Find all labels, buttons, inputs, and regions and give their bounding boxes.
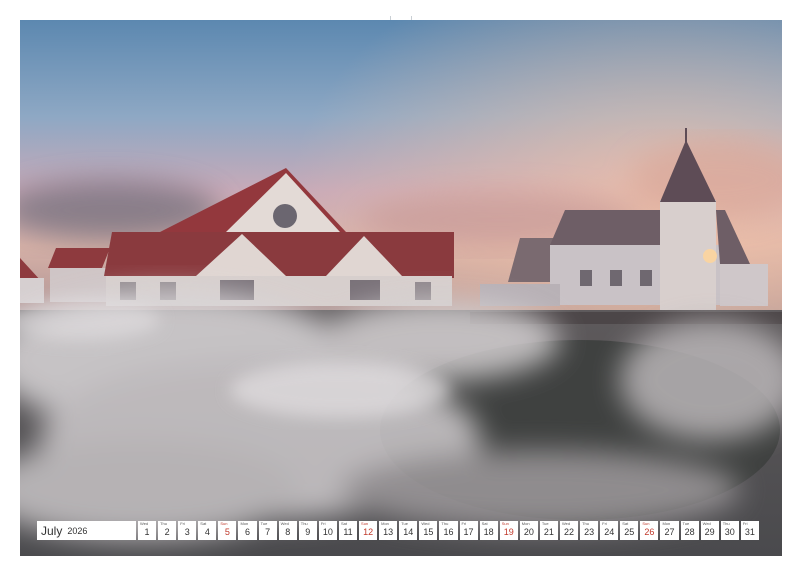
calendar-day: Mon 6 <box>238 521 257 540</box>
day-number: 28 <box>684 527 695 537</box>
day-number: 8 <box>285 527 291 537</box>
calendar-day: Sun 26 <box>640 521 659 540</box>
calendar-day: Thu 30 <box>720 521 739 540</box>
calendar-strip: July 2026 Wed 1 Thu 2 Fri 3 Sat 4 Sun 5 Mon 6 Tue 7 We… <box>37 521 763 540</box>
calendar-day: Tue 14 <box>399 521 418 540</box>
day-number: 9 <box>305 527 311 537</box>
day-number: 2 <box>164 527 170 537</box>
weekday-label: Thu <box>160 521 167 526</box>
day-number: 12 <box>363 527 374 537</box>
weekday-label: Sat <box>622 521 629 526</box>
calendar-day: Thu 23 <box>580 521 599 540</box>
day-number: 11 <box>343 527 353 537</box>
calendar-photo <box>20 20 782 556</box>
calendar-day: Fri 3 <box>178 521 197 540</box>
calendar-day: Sun 19 <box>499 521 518 540</box>
day-number: 18 <box>483 527 494 537</box>
day-number: 31 <box>744 527 755 537</box>
weekday-label: Sat <box>340 521 347 526</box>
weekday-label: Thu <box>300 521 308 526</box>
weekday-label: Fri <box>461 521 467 526</box>
weekday-label: Wed <box>140 521 149 526</box>
day-number: 16 <box>443 527 454 537</box>
weekday-label: Wed <box>280 521 289 526</box>
weekday-label: Mon <box>662 521 671 526</box>
day-number: 14 <box>403 527 414 537</box>
calendar-day: Tue 21 <box>539 521 558 540</box>
calendar-day: Thu 16 <box>439 521 458 540</box>
calendar-day: Sat 25 <box>620 521 639 540</box>
day-number: 19 <box>503 527 514 537</box>
calendar-day: Fri 17 <box>459 521 478 540</box>
calendar-day: Sun 5 <box>218 521 237 540</box>
day-number: 22 <box>564 527 575 537</box>
year-label: 2026 <box>67 525 88 536</box>
day-number: 17 <box>463 527 474 537</box>
weekday-label: Fri <box>320 521 326 526</box>
weekday-label: Wed <box>561 521 571 526</box>
weekday-label: Fri <box>180 521 185 526</box>
weekday-label: Thu <box>441 521 449 526</box>
day-number: 7 <box>265 527 271 537</box>
calendar-day: Wed 8 <box>278 521 297 540</box>
day-number: 24 <box>604 527 615 537</box>
day-number: 15 <box>423 527 434 537</box>
calendar-day: Mon 27 <box>660 521 679 540</box>
weekday-label: Mon <box>521 521 530 526</box>
day-number: 29 <box>704 527 715 537</box>
weekday-label: Sun <box>501 521 509 526</box>
calendar-day: Wed 22 <box>559 521 579 540</box>
calendar-day: Tue 28 <box>680 521 699 540</box>
weekday-label: Fri <box>602 521 607 526</box>
day-number: 27 <box>664 527 675 537</box>
weekday-label: Thu <box>582 521 589 526</box>
calendar-day: Fri 24 <box>600 521 619 540</box>
weekday-label: Sun <box>642 521 650 526</box>
day-number: 6 <box>245 527 251 537</box>
calendar-day: Sat 4 <box>198 521 217 540</box>
weekday-label: Tue <box>401 521 408 526</box>
weekday-label: Thu <box>722 521 730 526</box>
day-number: 23 <box>584 527 595 537</box>
weekday-label: Mon <box>240 521 249 526</box>
weekday-label: Tue <box>541 521 549 526</box>
weekday-label: Wed <box>702 521 711 526</box>
day-number: 5 <box>224 527 230 537</box>
calendar-day: Mon 13 <box>379 521 398 540</box>
calendar-day: Mon 20 <box>519 521 538 540</box>
day-number: 25 <box>624 527 635 537</box>
photo-illustration <box>20 20 782 556</box>
day-number: 20 <box>523 527 534 537</box>
day-number: 4 <box>204 527 210 537</box>
calendar-day: Wed 29 <box>700 521 719 540</box>
weekday-label: Mon <box>381 521 389 526</box>
day-number: 3 <box>184 527 190 537</box>
month-name: July <box>41 523 63 538</box>
day-number: 26 <box>644 527 655 537</box>
calendar-day: Sun 12 <box>359 521 378 540</box>
weekday-label: Tue <box>260 521 268 526</box>
day-number: 1 <box>144 527 150 537</box>
calendar-day: Thu 9 <box>298 521 317 540</box>
day-number: 30 <box>724 527 735 537</box>
day-number: 10 <box>322 527 333 537</box>
calendar-day: Thu 2 <box>158 521 177 540</box>
day-number: 21 <box>543 527 554 537</box>
weekday-label: Sun <box>220 521 228 526</box>
weekday-label: Tue <box>682 521 690 526</box>
day-number: 13 <box>383 527 394 537</box>
calendar-day: Tue 7 <box>258 521 277 540</box>
calendar-day: Fri 10 <box>318 521 337 540</box>
weekday-label: Sat <box>200 521 207 526</box>
calendar-day: Wed 1 <box>138 521 157 540</box>
calendar-day: Sat 18 <box>479 521 498 540</box>
calendar-day: Fri 31 <box>740 521 759 540</box>
weekday-label: Wed <box>421 521 430 526</box>
weekday-label: Fri <box>742 521 748 526</box>
calendar-day: Sat 11 <box>338 521 358 540</box>
weekday-label: Sun <box>361 521 369 526</box>
month-label: July 2026 <box>37 521 136 540</box>
weekday-label: Sat <box>481 521 488 526</box>
calendar-day: Wed 15 <box>419 521 438 540</box>
